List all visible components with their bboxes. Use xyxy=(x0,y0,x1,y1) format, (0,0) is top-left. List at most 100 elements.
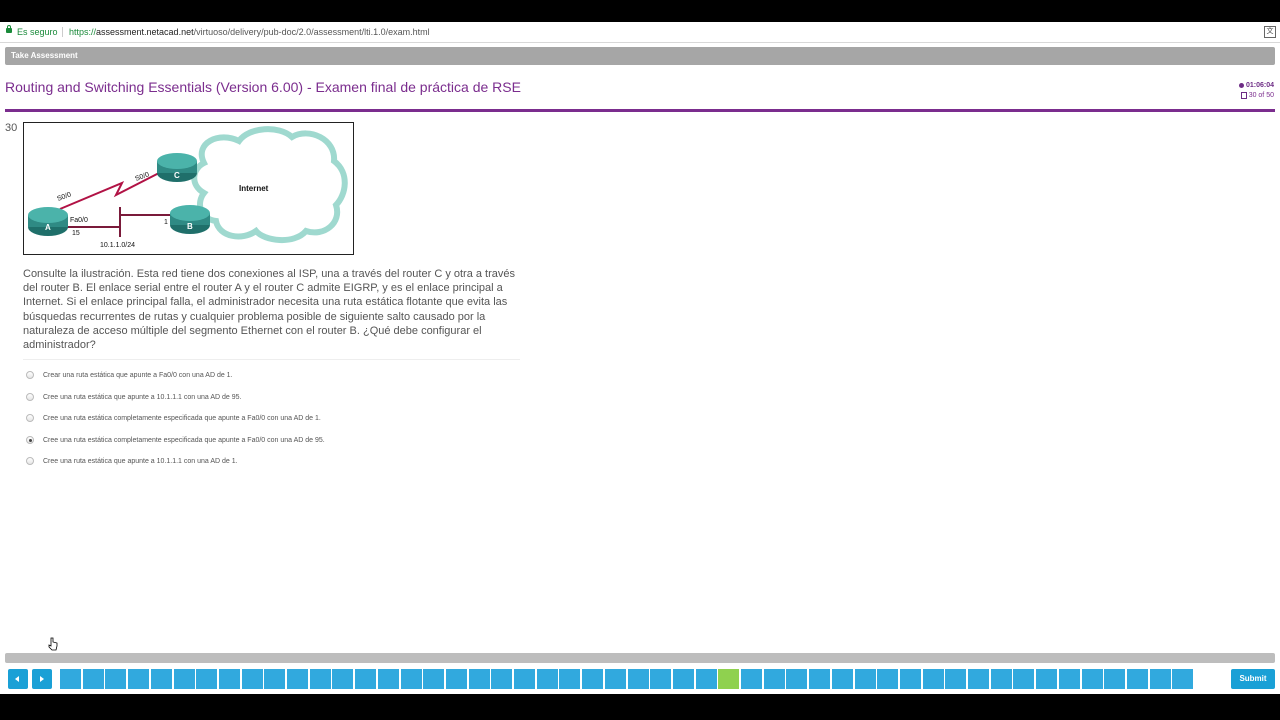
question-nav-item[interactable] xyxy=(1058,669,1080,689)
question-nav-item[interactable] xyxy=(763,669,785,689)
question-nav-item[interactable] xyxy=(604,669,626,689)
question-nav-item[interactable] xyxy=(264,669,286,689)
question-nav-item[interactable] xyxy=(287,669,308,689)
question-nav-item[interactable] xyxy=(786,669,808,689)
question-nav-item[interactable] xyxy=(650,669,672,689)
question-nav-item[interactable] xyxy=(922,669,944,689)
progress-count: 30 of 50 xyxy=(1248,92,1274,99)
question-nav-item[interactable] xyxy=(423,669,445,689)
router-c-label: C xyxy=(174,171,180,180)
radio-button[interactable] xyxy=(26,392,34,401)
question-navigator: Submit xyxy=(8,669,1275,690)
question-nav-item[interactable] xyxy=(990,669,1012,689)
radio-button-selected[interactable] xyxy=(26,435,34,444)
previous-button[interactable] xyxy=(8,669,28,689)
router-c-icon: C xyxy=(157,153,197,182)
question-number: 30 xyxy=(5,122,18,134)
mouse-cursor-icon xyxy=(48,637,58,651)
question-nav-item[interactable] xyxy=(491,669,513,689)
timer-value: 01:06:04 xyxy=(1245,82,1274,89)
question-nav-item[interactable] xyxy=(60,669,81,689)
question-nav-item[interactable] xyxy=(945,669,967,689)
question-nav-item[interactable] xyxy=(899,669,921,689)
router-b-icon: B xyxy=(170,205,210,234)
url-scheme: https:// xyxy=(69,27,97,37)
question-nav-item[interactable] xyxy=(627,669,649,689)
router-a-label: A xyxy=(45,223,51,232)
question-divider xyxy=(23,359,520,360)
question-nav-item[interactable] xyxy=(1126,669,1148,689)
radio-button[interactable] xyxy=(26,371,34,379)
question-nav-item[interactable] xyxy=(695,669,717,689)
host-15-label: 15 xyxy=(72,230,80,237)
question-nav-item[interactable] xyxy=(105,669,127,689)
question-nav-item[interactable] xyxy=(241,669,263,689)
question-nav-item[interactable] xyxy=(400,669,422,689)
question-nav-item[interactable] xyxy=(173,669,195,689)
question-nav-item[interactable] xyxy=(332,669,354,689)
router-b-label: B xyxy=(187,222,193,231)
question-nav-item[interactable] xyxy=(309,669,331,689)
question-nav-item[interactable] xyxy=(809,669,831,689)
page-icon xyxy=(1240,91,1247,99)
question-text: Consulte la ilustración. Esta red tiene … xyxy=(23,268,516,352)
answer-label[interactable]: Cree una ruta estática que apunte a 10.1… xyxy=(43,456,238,468)
arrow-right-icon xyxy=(40,676,44,682)
translate-icon[interactable]: 文 xyxy=(1264,26,1276,38)
question-nav-item[interactable] xyxy=(1172,669,1194,689)
question-nav-item[interactable] xyxy=(355,669,377,689)
url-path: /virtuoso/delivery/pub-doc/2.0/assessmen… xyxy=(193,27,430,37)
serial-a-label: S0/0 xyxy=(56,191,72,203)
arrow-left-icon xyxy=(15,676,19,682)
router-a-icon: A xyxy=(28,207,68,236)
address-bar[interactable]: Es seguro https://assessment.netacad.net… xyxy=(0,22,1280,43)
question-nav-item[interactable] xyxy=(82,669,104,689)
question-nav-item[interactable] xyxy=(514,669,535,689)
take-assessment-bar: Take Assessment xyxy=(5,47,1275,65)
next-button[interactable] xyxy=(32,669,52,689)
question-nav-item-current[interactable] xyxy=(718,669,740,689)
radio-button[interactable] xyxy=(26,414,34,423)
question-nav-item[interactable] xyxy=(1013,669,1035,689)
submit-button[interactable]: Submit xyxy=(1231,669,1275,689)
question-nav-item[interactable] xyxy=(877,669,899,689)
question-nav-item[interactable] xyxy=(672,669,694,689)
url-host: assessment.netacad.net xyxy=(96,27,194,37)
question-nav-item[interactable] xyxy=(559,669,581,689)
question-nav-item[interactable] xyxy=(582,669,604,689)
question-nav-item[interactable] xyxy=(196,669,218,689)
question-nav-item[interactable] xyxy=(968,669,989,689)
question-nav-item[interactable] xyxy=(1104,669,1126,689)
exam-status: 01:06:04 30 of 50 xyxy=(1238,81,1274,101)
host-1-label: 1 xyxy=(164,219,168,226)
question-nav-item[interactable] xyxy=(445,669,467,689)
question-nav-item[interactable] xyxy=(468,669,490,689)
question-nav-item[interactable] xyxy=(377,669,399,689)
question-nav-item[interactable] xyxy=(1149,669,1171,689)
internet-label: Internet xyxy=(239,184,269,193)
answer-label[interactable]: Cree una ruta estática que apunte a 10.1… xyxy=(43,392,241,404)
question-nav-item[interactable] xyxy=(128,669,150,689)
question-nav-item[interactable] xyxy=(831,669,853,689)
url-text[interactable]: https://assessment.netacad.net/virtuoso/… xyxy=(69,22,430,42)
answer-label[interactable]: Crear una ruta estática que apunte a Fa0… xyxy=(43,370,233,382)
clock-icon xyxy=(1238,82,1244,88)
radio-button[interactable] xyxy=(26,457,34,466)
page-title: Routing and Switching Essentials (Versio… xyxy=(5,79,521,95)
internet-cloud xyxy=(191,126,348,243)
answer-label[interactable]: Cree una ruta estática completamente esp… xyxy=(43,413,321,425)
question-nav-item[interactable] xyxy=(1036,669,1058,689)
question-nav-item[interactable] xyxy=(741,669,762,689)
question-nav-item[interactable] xyxy=(854,669,876,689)
question-nav-item[interactable] xyxy=(218,669,240,689)
question-nav-item[interactable] xyxy=(150,669,172,689)
exam-page: Take Assessment Routing and Switching Es… xyxy=(0,43,1280,694)
question-nav-item[interactable] xyxy=(536,669,558,689)
question-nav-item[interactable] xyxy=(1081,669,1103,689)
lock-icon xyxy=(6,25,12,33)
address-separator xyxy=(62,27,63,37)
browser-bottom-frame xyxy=(0,694,1280,720)
title-divider xyxy=(5,109,1275,112)
answer-label[interactable]: Cree una ruta estática completamente esp… xyxy=(43,435,325,447)
browser-top-frame xyxy=(0,0,1280,22)
